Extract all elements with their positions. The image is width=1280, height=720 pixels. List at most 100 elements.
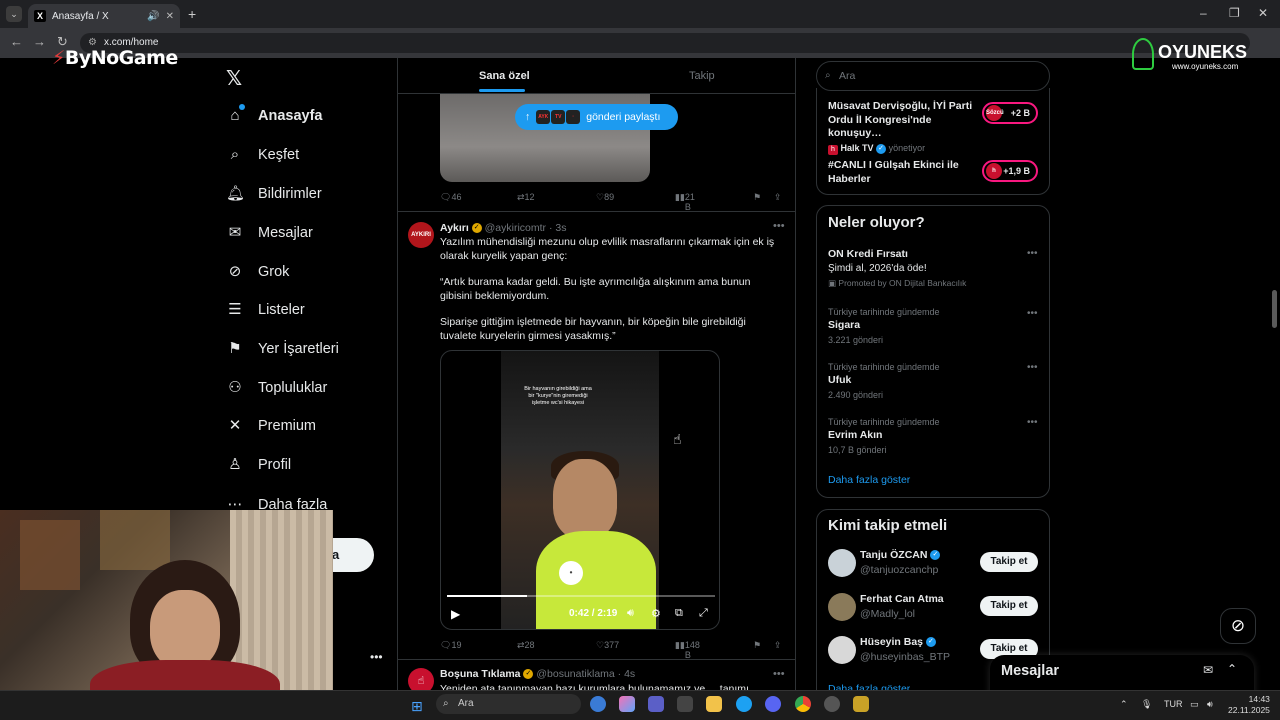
new-posts-pill[interactable]: ↑ AYK TV · gönderi paylaştı xyxy=(515,104,678,130)
views-button[interactable]: ▮▮ 148 B xyxy=(675,640,700,660)
language-indicator[interactable]: TUR xyxy=(1164,699,1183,709)
avatar[interactable]: AYKIRI xyxy=(408,222,434,248)
like-button[interactable]: ♡ 377 xyxy=(596,640,619,651)
retweet-button[interactable]: ⇄ 12 xyxy=(517,192,535,203)
tweet-more-icon[interactable]: ••• xyxy=(773,668,785,680)
tweet-author[interactable]: Aykırı ✓ @aykiricomtr · 3s xyxy=(440,222,567,234)
video-player[interactable]: Bir hayvanın girebildiği ama bir "kurye"… xyxy=(440,350,720,630)
follow-name[interactable]: Ferhat Can Atma xyxy=(860,593,944,605)
folder-icon[interactable] xyxy=(706,696,722,712)
back-icon[interactable]: ← xyxy=(10,34,23,49)
store-icon[interactable] xyxy=(677,696,693,712)
nav-item-profile[interactable]: ♙ Profil xyxy=(226,450,291,480)
tweet-author[interactable]: Boşuna Tıklama ✓ @bosunatiklama · 4s xyxy=(440,668,635,680)
network-icon[interactable]: ▭ xyxy=(1190,699,1199,710)
nav-item-lists[interactable]: ☰ Listeler xyxy=(226,295,304,325)
avatar[interactable] xyxy=(828,636,856,664)
views-button[interactable]: ▮▮ 21 B xyxy=(675,192,695,212)
new-message-icon[interactable]: ✉ xyxy=(1203,663,1213,677)
x-logo-icon[interactable]: 𝕏 xyxy=(226,66,242,91)
play-icon[interactable]: ▶ xyxy=(451,607,460,621)
scrollbar-thumb[interactable] xyxy=(1272,290,1277,328)
trend-name[interactable]: Ufuk xyxy=(828,374,851,386)
messages-drawer-title: Mesajlar xyxy=(1001,663,1060,679)
account-menu-icon[interactable]: ••• xyxy=(370,650,383,664)
maximize-icon[interactable]: ❐ xyxy=(1229,6,1240,20)
tab-for-you[interactable]: Sana özel xyxy=(479,70,530,82)
like-button[interactable]: ♡ 89 xyxy=(596,192,614,203)
live-title[interactable]: Müsavat Dervişoğlu, İYİ Parti Ordu İl Ko… xyxy=(828,100,980,141)
trend-name[interactable]: Sigara xyxy=(828,319,860,331)
reply-button[interactable]: 🗨︎ 46 xyxy=(440,192,461,203)
tab-following[interactable]: Takip xyxy=(689,70,715,82)
follow-name[interactable]: Tanju ÖZCAN ✓ xyxy=(860,549,941,561)
scrollbar[interactable] xyxy=(1270,58,1280,698)
bookmark-icon[interactable]: ⚑ xyxy=(753,640,761,651)
edge-icon[interactable] xyxy=(736,696,752,712)
retweet-button[interactable]: ⇄ 28 xyxy=(517,640,535,651)
nav-item-communities[interactable]: ⚇ Topluluklar xyxy=(226,373,327,403)
search-input[interactable]: ⌕ Ara xyxy=(816,61,1050,91)
live-badge[interactable]: Sözcü +2 B xyxy=(982,102,1038,124)
obs-icon[interactable] xyxy=(824,696,840,712)
volume-icon[interactable]: 🔊︎ xyxy=(627,607,634,620)
windows-start-icon[interactable]: ⊞ xyxy=(411,698,423,715)
minimize-icon[interactable]: – xyxy=(1200,6,1207,20)
live-title[interactable]: #CANLI I Gülşah Ekinci ile Haberler xyxy=(828,159,980,186)
trend-count: 10,7 B gönderi xyxy=(828,445,887,455)
expand-up-icon[interactable]: ⌃ xyxy=(1227,662,1237,676)
arrow-up-icon: ↑ xyxy=(525,111,531,123)
trend-name[interactable]: Evrim Akın xyxy=(828,429,882,441)
nav-item-messages[interactable]: ✉ Mesajlar xyxy=(226,218,313,248)
new-tab-button[interactable]: + xyxy=(188,6,196,22)
chevron-up-icon[interactable]: ⌃ xyxy=(1120,699,1128,710)
fullscreen-icon[interactable]: ⤢ xyxy=(699,607,708,620)
trend-more-icon[interactable]: ••• xyxy=(1027,362,1038,373)
chrome-icon[interactable] xyxy=(795,696,811,712)
promo-name[interactable]: ON Kredi Fırsatı xyxy=(828,248,908,260)
trend-more-icon[interactable]: ••• xyxy=(1027,248,1038,259)
nav-item-premium[interactable]: ✕ Premium xyxy=(226,411,316,441)
close-window-icon[interactable]: ✕ xyxy=(1258,6,1268,20)
picture-in-picture-icon[interactable]: ⧉ xyxy=(675,607,683,620)
share-icon[interactable]: ⇪ xyxy=(774,640,782,651)
forward-icon[interactable]: → xyxy=(33,34,46,49)
copilot-icon[interactable] xyxy=(590,696,606,712)
follow-button[interactable]: Takip et xyxy=(980,596,1038,616)
list-icon: ☰ xyxy=(228,301,242,318)
trend-more-icon[interactable]: ••• xyxy=(1027,308,1038,319)
follow-button[interactable]: Takip et xyxy=(980,552,1038,572)
tweet-more-icon[interactable]: ••• xyxy=(773,220,785,232)
app-icon[interactable] xyxy=(853,696,869,712)
share-icon[interactable]: ⇪ xyxy=(774,192,782,203)
settings-icon[interactable]: ⚙ xyxy=(651,607,661,620)
live-source[interactable]: h Halk TV ✓ yönetiyor xyxy=(828,143,925,155)
close-tab-icon[interactable]: ✕ xyxy=(166,11,174,22)
speaker-icon[interactable]: 🔊 xyxy=(147,11,159,22)
avatar[interactable] xyxy=(828,549,856,577)
url-field[interactable]: x.com/home xyxy=(80,33,1250,53)
tweet-actions: 🗨︎ 46 ⇄ 12 ♡ 89 ▮▮ 21 B ⚑ ⇪ xyxy=(440,192,785,212)
trend-count: 2.490 gönderi xyxy=(828,390,884,400)
show-more-trends-link[interactable]: Daha fazla göster xyxy=(828,474,910,486)
avatar[interactable] xyxy=(828,593,856,621)
follow-name[interactable]: Hüseyin Baş ✓ xyxy=(860,636,936,648)
nav-item-bookmarks[interactable]: ⚑ Yer İşaretleri xyxy=(226,334,339,364)
trend-more-icon[interactable]: ••• xyxy=(1027,417,1038,428)
grok-fab-icon[interactable]: ⊘ xyxy=(1220,608,1256,644)
volume-icon[interactable]: 🔊︎ xyxy=(1207,699,1213,710)
mic-icon[interactable]: 🎙︎ xyxy=(1141,699,1152,710)
nav-item-notifications[interactable]: 🔔︎ Bildirimler xyxy=(226,179,322,209)
taskbar-clock[interactable]: 14:43 22.11.2025 xyxy=(1228,694,1270,716)
m365-icon[interactable] xyxy=(619,696,635,712)
browser-tab[interactable]: X Anasayfa / X 🔊 ✕ xyxy=(28,4,180,28)
nav-item-explore[interactable]: ⌕ Keşfet xyxy=(226,140,299,170)
teams-icon[interactable] xyxy=(648,696,664,712)
tab-search-menu[interactable]: ⌄ xyxy=(6,6,22,22)
taskbar-search[interactable]: ⌕ Ara xyxy=(436,694,581,714)
bookmark-icon[interactable]: ⚑ xyxy=(753,192,761,203)
nav-item-grok[interactable]: ⊘ Grok xyxy=(226,257,290,287)
discord-icon[interactable] xyxy=(765,696,781,712)
reply-button[interactable]: 🗨︎ 19 xyxy=(440,640,461,651)
live-badge[interactable]: h +1,9 B xyxy=(982,160,1038,182)
